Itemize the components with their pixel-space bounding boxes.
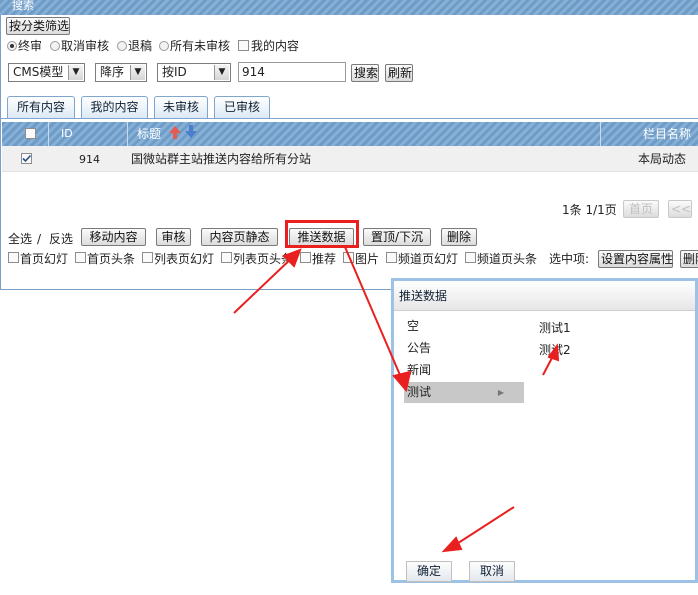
annotation-arrowhead xyxy=(547,343,560,362)
annotation-arrowhead xyxy=(441,536,463,553)
annotation-arrow xyxy=(233,253,297,314)
highlight-box xyxy=(285,220,359,248)
annotation-overlay xyxy=(233,220,560,553)
annotation-arrow xyxy=(344,246,404,383)
annotation-arrow xyxy=(451,506,515,548)
annotation-arrowhead xyxy=(392,370,412,393)
